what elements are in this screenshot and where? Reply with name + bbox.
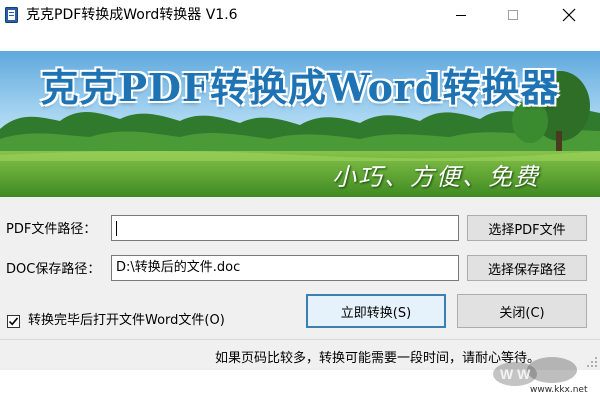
maximize-button[interactable]	[490, 0, 536, 30]
minimize-button[interactable]	[438, 0, 484, 30]
open-after-checkbox[interactable]	[7, 315, 20, 328]
pdf-path-label: PDF文件路径：	[6, 222, 97, 237]
doc-path-label: DOC保存路径：	[6, 262, 101, 277]
svg-text:W W: W W	[500, 366, 531, 382]
app-icon	[5, 7, 18, 23]
title-bar: 克克PDF转换成Word转换器 V1.6	[0, 0, 600, 30]
watermark-text: www.kkx.net	[530, 385, 588, 395]
banner-slogan: 小巧、方便、免费	[332, 163, 540, 191]
pdf-path-input[interactable]	[111, 215, 459, 241]
window-title: 克克PDF转换成Word转换器 V1.6	[26, 7, 238, 23]
close-icon	[562, 8, 576, 22]
select-save-path-button[interactable]: 选择保存路径	[467, 255, 587, 281]
select-pdf-button[interactable]: 选择PDF文件	[467, 215, 587, 241]
minimize-icon	[456, 15, 466, 16]
close-window-button[interactable]	[546, 0, 592, 30]
close-button[interactable]: 关闭(C)	[457, 294, 587, 328]
open-after-label[interactable]: 转换完毕后打开文件Word文件(O)	[28, 313, 225, 329]
checkmark-icon	[8, 317, 19, 326]
maximize-icon	[508, 10, 518, 20]
banner-image: 克克PDF转换成Word转换器 小巧、方便、免费	[0, 51, 600, 197]
doc-path-input[interactable]: D:\转换后的文件.doc	[111, 255, 459, 281]
convert-now-button[interactable]: 立即转换(S)	[306, 294, 446, 328]
conversion-form: PDF文件路径： 选择PDF文件 DOC保存路径： D:\转换后的文件.doc …	[0, 197, 600, 339]
banner-title: 克克PDF转换成Word转换器	[40, 65, 560, 110]
